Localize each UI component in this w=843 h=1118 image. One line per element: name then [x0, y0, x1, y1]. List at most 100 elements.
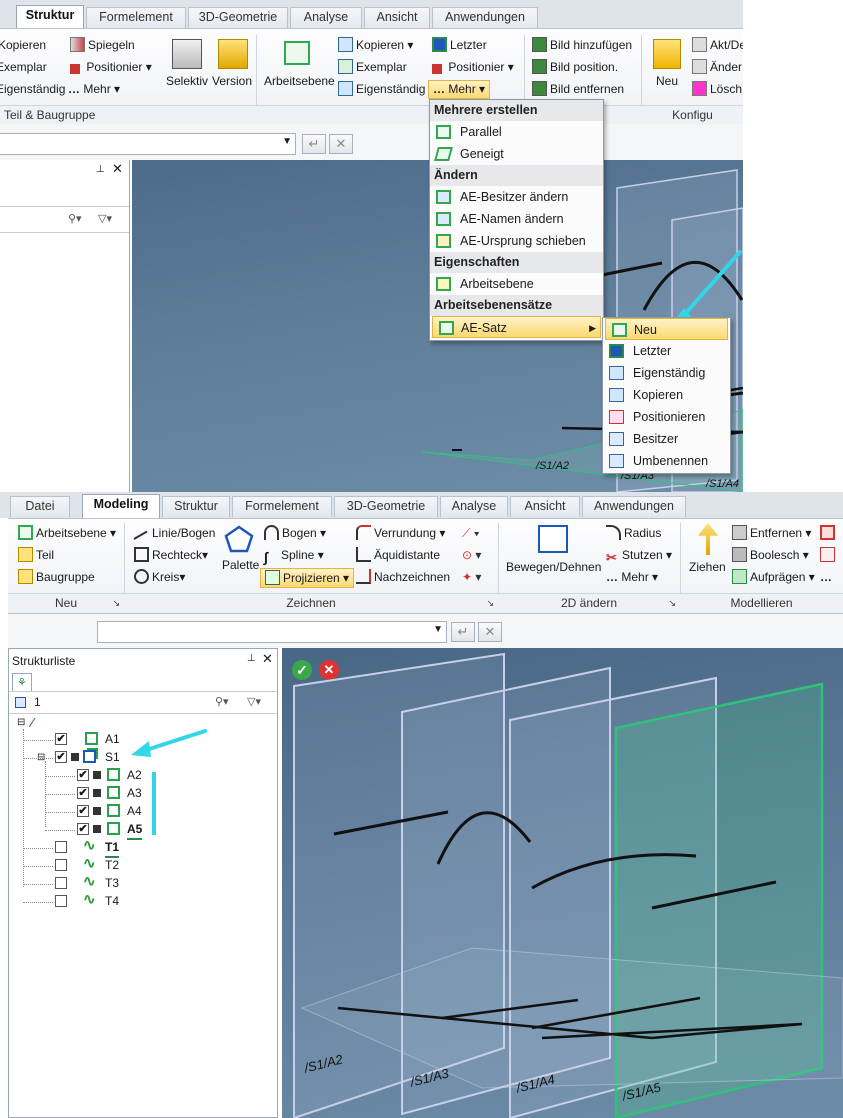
tree-row-t2[interactable]: ∿ T2 [9, 855, 277, 874]
top-command-input[interactable]: ▼ [0, 133, 296, 155]
aufpraegen-button[interactable]: Aufprägen ▾ [732, 569, 815, 585]
submenu-item-besitzer[interactable]: Besitzer [603, 428, 730, 450]
menu-item-parallel[interactable]: Parallel [430, 121, 603, 143]
bild-hinzufuegen-button[interactable]: Bild hinzufügen [532, 37, 632, 53]
bild-entfernen-button[interactable]: Bild entfernen [532, 81, 624, 97]
bottom-command-input[interactable]: ▼ [97, 621, 447, 643]
tab-analyse-bottom[interactable]: Analyse [440, 496, 508, 517]
tab-anwendungen-bottom[interactable]: Anwendungen [582, 496, 686, 517]
visibility-checkbox[interactable] [55, 841, 67, 853]
palette-button[interactable]: Palette [222, 557, 259, 573]
mehr-aendern-button[interactable]: … Mehr ▾ [606, 569, 658, 585]
bogen-button[interactable]: Bogen ▾ [264, 525, 326, 541]
ziehen-button[interactable]: Ziehen [689, 559, 726, 575]
loesch-button[interactable]: Lösch [692, 81, 742, 97]
dialog-launcher-icon[interactable]: ↘ [668, 594, 676, 612]
filter-icon[interactable]: ▽▾ [98, 212, 112, 225]
akt-button[interactable]: Akt/De [692, 37, 743, 53]
close-icon[interactable]: ✕ [262, 651, 273, 667]
pin-icon[interactable]: ⊥ [247, 653, 256, 664]
tab-analyse[interactable]: Analyse [290, 7, 362, 28]
submenu-item-umbenennen[interactable]: Umbenennen [603, 450, 730, 472]
submenu-item-letzter[interactable]: Letzter [603, 340, 730, 362]
binoculars-icon[interactable]: ⚲▾ [215, 695, 229, 708]
arbeitsebene-button[interactable]: Arbeitsebene [264, 73, 335, 89]
tree-row-a5[interactable]: ✔ A5 [9, 821, 277, 840]
menu-item-ae-ursprung-schieben[interactable]: AE-Ursprung schieben [430, 230, 603, 252]
tab-ansicht-bottom[interactable]: Ansicht [510, 496, 580, 517]
bewegen-dehnen-button[interactable]: Bewegen/Dehnen [506, 559, 601, 575]
root-expander[interactable]: ⊟ [17, 717, 25, 728]
menu-item-ae-besitzer-aendern[interactable]: AE-Besitzer ändern [430, 186, 603, 208]
submenu-item-neu[interactable]: Neu [605, 318, 728, 340]
visibility-checkbox[interactable] [55, 895, 67, 907]
visibility-checkbox[interactable]: ✔ [77, 769, 89, 781]
visibility-checkbox[interactable]: ✔ [77, 805, 89, 817]
kopieren-button[interactable]: Kopieren [0, 37, 46, 53]
extra-tool-3[interactable]: … [820, 569, 832, 585]
arbeitsebene-new-button[interactable]: Arbeitsebene ▾ [18, 525, 116, 541]
kreis-button[interactable]: Kreis▾ [134, 569, 185, 585]
structure-tab-icon[interactable]: ⚘ [12, 673, 32, 691]
point-tool-button[interactable]: ⊙ ▾ [462, 547, 481, 563]
teil-button[interactable]: Teil [18, 547, 54, 563]
dialog-launcher-icon[interactable]: ↘ [112, 594, 120, 612]
top-confirm-button[interactable]: ↵ [302, 134, 326, 154]
ae-exemplar-button[interactable]: Exemplar [338, 59, 407, 75]
visibility-checkbox[interactable]: ✔ [77, 787, 89, 799]
tab-struktur[interactable]: Struktur [16, 5, 84, 29]
tree-row-t4[interactable]: ∿ T4 [9, 891, 277, 910]
ae-eigenstaendig-button[interactable]: Eigenständig [338, 81, 425, 97]
tree-row-a3[interactable]: ✔ A3 [9, 785, 277, 802]
close-icon[interactable]: ✕ [112, 161, 123, 177]
visibility-checkbox[interactable] [55, 859, 67, 871]
bottom-cancel-button[interactable]: ✕ [478, 622, 502, 642]
pin-icon[interactable]: ⊥ [96, 164, 105, 175]
boolesch-button[interactable]: Boolesch ▾ [732, 547, 809, 563]
binoculars-icon[interactable]: ⚲▾ [68, 212, 82, 225]
tab-formelement[interactable]: Formelement [86, 7, 186, 28]
bild-position-button[interactable]: Bild position. [532, 59, 618, 75]
letzter-button[interactable]: Letzter [432, 37, 487, 53]
top-cancel-button[interactable]: ✕ [329, 134, 353, 154]
filter-icon[interactable]: ▽▾ [247, 695, 261, 708]
visibility-checkbox[interactable] [55, 877, 67, 889]
dialog-launcher-icon[interactable]: ↘ [486, 594, 494, 612]
tree-row-a2[interactable]: ✔ A2 [9, 767, 277, 784]
version-button[interactable]: Version [212, 73, 252, 89]
menu-item-geneigt[interactable]: Geneigt [430, 143, 603, 165]
tab-3d-geometrie[interactable]: 3D-Geometrie [188, 7, 288, 28]
tree-row-t3[interactable]: ∿ T3 [9, 873, 277, 892]
spline-button[interactable]: ∫ Spline ▾ [264, 547, 324, 565]
stutzen-button[interactable]: ✂ Stutzen ▾ [606, 547, 672, 565]
positionieren-button[interactable]: Positionier ▾ [70, 59, 152, 75]
aender-button[interactable]: Änder [692, 59, 742, 75]
ae-positionier-button[interactable]: Positionier ▾ [432, 59, 514, 75]
linie-bogen-button[interactable]: Linie/Bogen [133, 525, 215, 544]
tab-formelement-bottom[interactable]: Formelement [232, 496, 332, 517]
aequidistante-button[interactable]: Äquidistante [356, 547, 440, 563]
exemplar-button[interactable]: Exemplar [0, 59, 47, 75]
tab-ansicht[interactable]: Ansicht [364, 7, 430, 28]
menu-item-ae-satz[interactable]: AE-Satz ▶ [432, 316, 601, 338]
mehr-button[interactable]: … Mehr ▾ [68, 81, 120, 97]
tab-struktur-bottom[interactable]: Struktur [162, 496, 230, 517]
line-tool-button[interactable]: ⟋ ▾ [462, 525, 480, 541]
tab-anwendungen[interactable]: Anwendungen [432, 7, 538, 28]
extra-tool-1[interactable] [820, 525, 838, 541]
tree-row-t1[interactable]: ∿ T1 [9, 837, 277, 858]
viewport-3d[interactable]: ✓ ✕ /S1/A2 /S1/A3 /S1/A4 /S1/A5 [282, 648, 843, 1118]
menu-item-ae-namen-aendern[interactable]: AE-Namen ändern [430, 208, 603, 230]
rechteck-button[interactable]: Rechteck▾ [134, 547, 208, 563]
menu-item-arbeitsebene[interactable]: Arbeitsebene [430, 273, 603, 295]
bottom-confirm-button[interactable]: ↵ [451, 622, 475, 642]
neu-config-button[interactable]: Neu [656, 73, 678, 89]
tab-datei[interactable]: Datei [10, 496, 70, 517]
visibility-checkbox[interactable]: ✔ [55, 751, 67, 763]
ae-kopieren-button[interactable]: Kopieren ▾ [338, 37, 413, 53]
eigenstaendig-button[interactable]: Eigenständig [0, 81, 65, 97]
tab-modeling[interactable]: Modeling [82, 494, 160, 518]
submenu-item-positionieren[interactable]: Positionieren [603, 406, 730, 428]
entfernen-button[interactable]: Entfernen ▾ [732, 525, 811, 541]
visibility-checkbox[interactable]: ✔ [77, 823, 89, 835]
